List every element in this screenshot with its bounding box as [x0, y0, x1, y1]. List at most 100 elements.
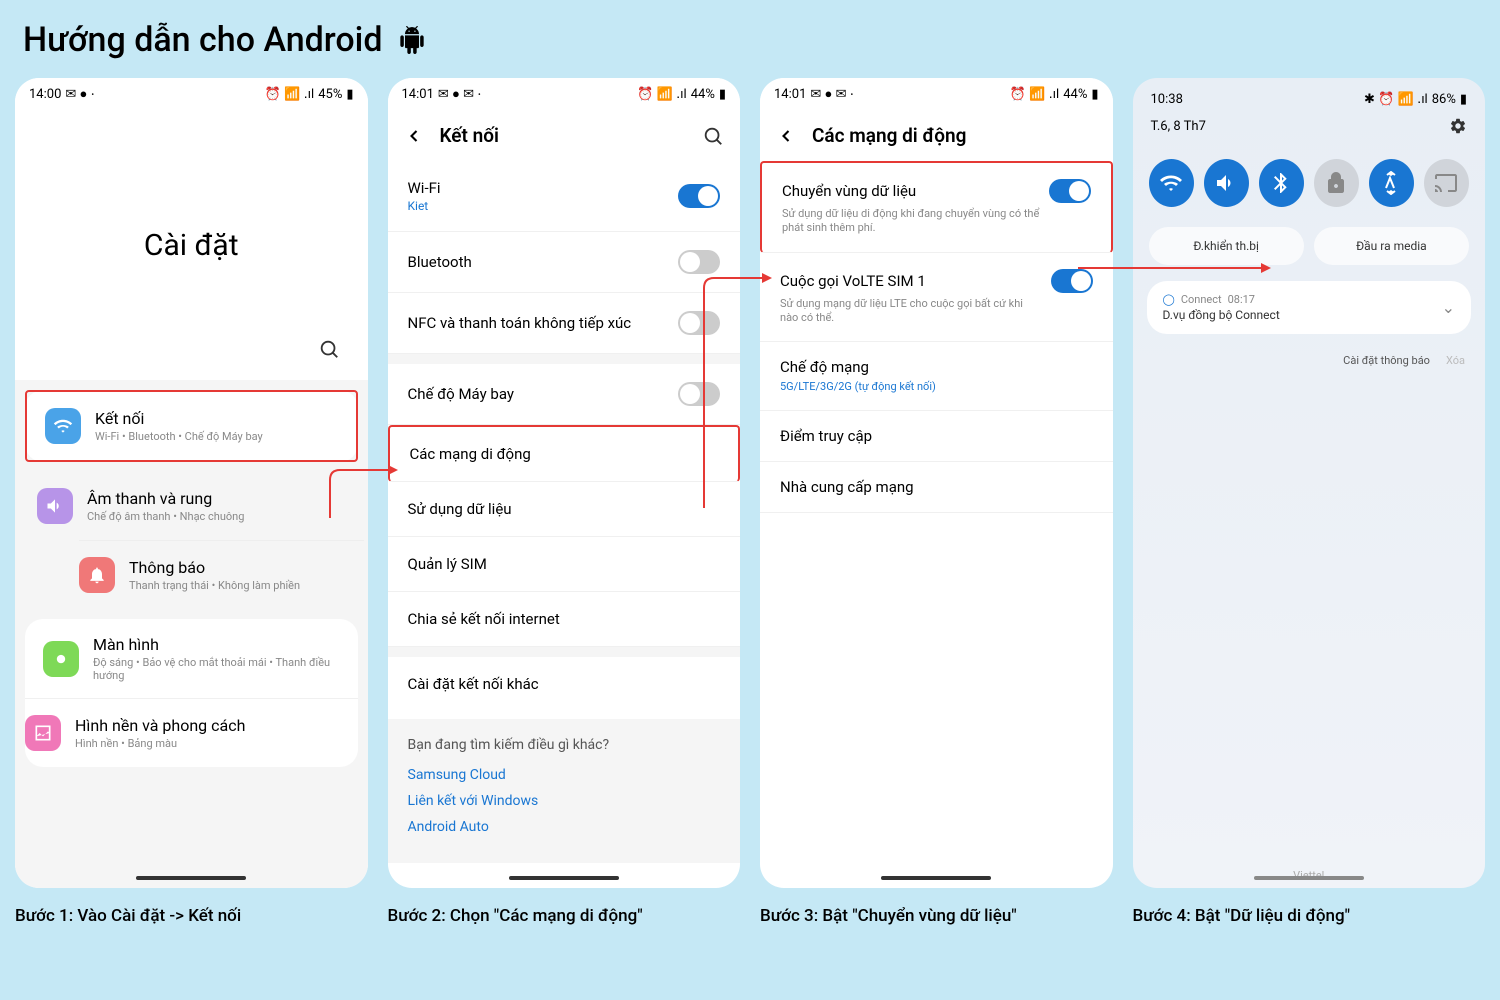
status-bar: 14:01 ✉ ● ✉• ⏰ 📶 ․ıl 44%▮: [760, 78, 1113, 110]
mobnet-row-2[interactable]: Chế độ mạng 5G/LTE/3G/2G (tự động kết nố…: [760, 342, 1113, 411]
device-control-button[interactable]: Đ.khiển th.bị: [1149, 227, 1304, 265]
row-title: Kết nối: [95, 409, 338, 428]
qs-header: 10:38 ✱ ⏰ 📶 ․ıl 86%▮ T.6, 8 Th7: [1133, 78, 1486, 145]
toggle[interactable]: [678, 250, 720, 274]
nav-bar[interactable]: [1254, 876, 1364, 880]
status-time: 14:01: [402, 87, 434, 102]
toggle[interactable]: [1049, 179, 1091, 203]
caption-4: Bước 4: Bật "Dữ liệu di động": [1133, 906, 1486, 926]
captions-row: Bước 1: Vào Cài đặt -> Kết nốiBước 2: Ch…: [15, 906, 1485, 926]
toggle[interactable]: [678, 311, 720, 335]
conn-row-4[interactable]: Các mạng di động: [388, 425, 741, 482]
search-icon[interactable]: [702, 125, 724, 147]
conn-row-7[interactable]: Chia sẻ kết nối internet: [388, 592, 741, 647]
toggle[interactable]: [678, 184, 720, 208]
row-title: Âm thanh và rung: [87, 489, 346, 508]
row-icon: [45, 408, 81, 444]
toggle[interactable]: [678, 382, 720, 406]
search-icon[interactable]: [318, 338, 340, 360]
settings-row-3[interactable]: Màn hìnhĐộ sáng • Bảo vệ cho mắt thoải m…: [25, 619, 358, 698]
row-title: Chế độ mạng: [780, 358, 869, 376]
row-subtitle: Wi-Fi • Bluetooth • Chế độ Máy bay: [95, 430, 338, 443]
screen-1-settings: 14:00 ✉ ●• ⏰ 📶 ․ıl 45%▮ Cài đặt Kết nốiW…: [15, 78, 368, 888]
qs-cast[interactable]: [1424, 159, 1469, 207]
row-title: Wi-Fi: [408, 179, 679, 197]
row-icon: [43, 641, 79, 677]
android-icon: [398, 26, 426, 54]
footer-link[interactable]: Samsung Cloud: [408, 767, 721, 783]
clear-button[interactable]: Xóa: [1446, 354, 1465, 367]
qs-wifi[interactable]: [1149, 159, 1194, 207]
settings-row-4[interactable]: Hình nền và phong cáchHình nền • Bảng mà…: [25, 698, 358, 767]
conn-row-6[interactable]: Quản lý SIM: [388, 537, 741, 592]
notification-card[interactable]: ◯ Connect 08:17 D.vụ đồng bộ Connect ⌄: [1147, 281, 1472, 334]
status-time: 14:00: [29, 87, 61, 102]
notif-app-name: ◯ Connect 08:17: [1163, 293, 1280, 306]
row-subtitle: Chế độ âm thanh • Nhạc chuông: [87, 510, 346, 523]
row-subtitle: Kiet: [408, 199, 679, 213]
row-title: Thông báo: [129, 558, 346, 577]
conn-row-1[interactable]: Bluetooth: [388, 232, 741, 293]
row-icon: [79, 557, 115, 593]
row-title: Chế độ Máy bay: [408, 385, 679, 403]
row-subtitle: Sử dụng dữ liệu di động khi đang chuyển …: [782, 207, 1091, 236]
nav-bar[interactable]: [509, 876, 619, 880]
status-time: 10:38: [1151, 92, 1183, 107]
settings-header: Cài đặt: [15, 110, 368, 380]
footer-link[interactable]: Android Auto: [408, 819, 721, 835]
toggle[interactable]: [1051, 269, 1093, 293]
row-subtitle: Hình nền • Bảng màu: [75, 737, 340, 750]
row-icon: [25, 715, 61, 751]
gear-icon[interactable]: [1449, 117, 1467, 135]
conn-row-2[interactable]: NFC và thanh toán không tiếp xúc: [388, 293, 741, 354]
header: Các mạng di động: [760, 110, 1113, 161]
row-subtitle: 5G/LTE/3G/2G (tự động kết nối): [780, 380, 1093, 394]
conn-row-8[interactable]: Cài đặt kết nối khác: [388, 657, 741, 711]
qs-bluetooth[interactable]: [1259, 159, 1304, 207]
mobnet-row-4[interactable]: Nhà cung cấp mạng: [760, 462, 1113, 513]
back-icon[interactable]: [776, 126, 796, 146]
row-title: Các mạng di động: [410, 445, 719, 463]
settings-list: Kết nối Wi-Fi • Bluetooth • Chế độ Máy ba…: [15, 380, 368, 888]
chevron-down-icon[interactable]: ⌄: [1442, 298, 1455, 317]
row-subtitle: Thanh trạng thái • Không làm phiền: [129, 579, 346, 592]
row-title: Chia sẻ kết nối internet: [408, 610, 721, 628]
row-title: Cài đặt kết nối khác: [408, 675, 721, 693]
qs-data[interactable]: [1369, 159, 1414, 207]
settings-row-0[interactable]: Kết nối Wi-Fi • Bluetooth • Chế độ Máy ba…: [25, 390, 358, 462]
mobnet-row-1[interactable]: Cuộc gọi VoLTE SIM 1 Sử dụng mạng dữ liệ…: [760, 253, 1113, 343]
nav-bar[interactable]: [136, 876, 246, 880]
connections-list: Wi-Fi Kiet Bluetooth NFC và thanh toán kh…: [388, 161, 741, 711]
settings-row-1[interactable]: Âm thanh và rung Chế độ âm thanh • Nhạc c…: [19, 472, 364, 540]
qs-lock[interactable]: [1314, 159, 1359, 207]
page-title-row: Hướng dẫn cho Android: [15, 20, 1485, 60]
media-output-button[interactable]: Đầu ra media: [1314, 227, 1469, 265]
qs-sound[interactable]: [1204, 159, 1249, 207]
header: Kết nối: [388, 110, 741, 161]
date: T.6, 8 Th7: [1151, 119, 1206, 134]
conn-row-3[interactable]: Chế độ Máy bay: [388, 364, 741, 425]
row-title: Bluetooth: [408, 253, 679, 271]
notif-text: D.vụ đồng bộ Connect: [1163, 308, 1280, 322]
mobnet-row-0[interactable]: Chuyển vùng dữ liệu Sử dụng dữ liệu di đ…: [760, 161, 1113, 253]
screen-2-connections: 14:01 ✉ ● ✉• ⏰ 📶 ․ıl 44%▮ Kết nối Wi-FiK…: [388, 78, 741, 888]
back-icon[interactable]: [404, 126, 424, 146]
footer-link[interactable]: Liên kết với Windows: [408, 793, 721, 809]
notif-footer-links: Cài đặt thông báo Xóa: [1133, 344, 1486, 377]
footer-question: Bạn đang tìm kiếm điều gì khác?: [408, 737, 721, 753]
row-title: Cuộc gọi VoLTE SIM 1: [780, 272, 926, 290]
screens-container: 14:00 ✉ ●• ⏰ 📶 ․ıl 45%▮ Cài đặt Kết nốiW…: [15, 78, 1485, 888]
row-title: Màn hình: [93, 635, 340, 654]
conn-row-0[interactable]: Wi-Fi Kiet: [388, 161, 741, 232]
conn-row-5[interactable]: Sử dụng dữ liệu: [388, 482, 741, 537]
row-title: Điểm truy cập: [780, 427, 872, 445]
settings-row-2[interactable]: Thông báo Thanh trạng thái • Không làm ph…: [79, 540, 364, 609]
nav-bar[interactable]: [881, 876, 991, 880]
screen-title: Kết nối: [440, 124, 687, 147]
row-title: Chuyển vùng dữ liệu: [782, 182, 916, 200]
settings-title: Cài đặt: [144, 228, 239, 263]
notif-settings-link[interactable]: Cài đặt thông báo: [1343, 354, 1430, 367]
row-title: Quản lý SIM: [408, 555, 721, 573]
row-title: NFC và thanh toán không tiếp xúc: [408, 314, 679, 332]
mobnet-row-3[interactable]: Điểm truy cập: [760, 411, 1113, 462]
